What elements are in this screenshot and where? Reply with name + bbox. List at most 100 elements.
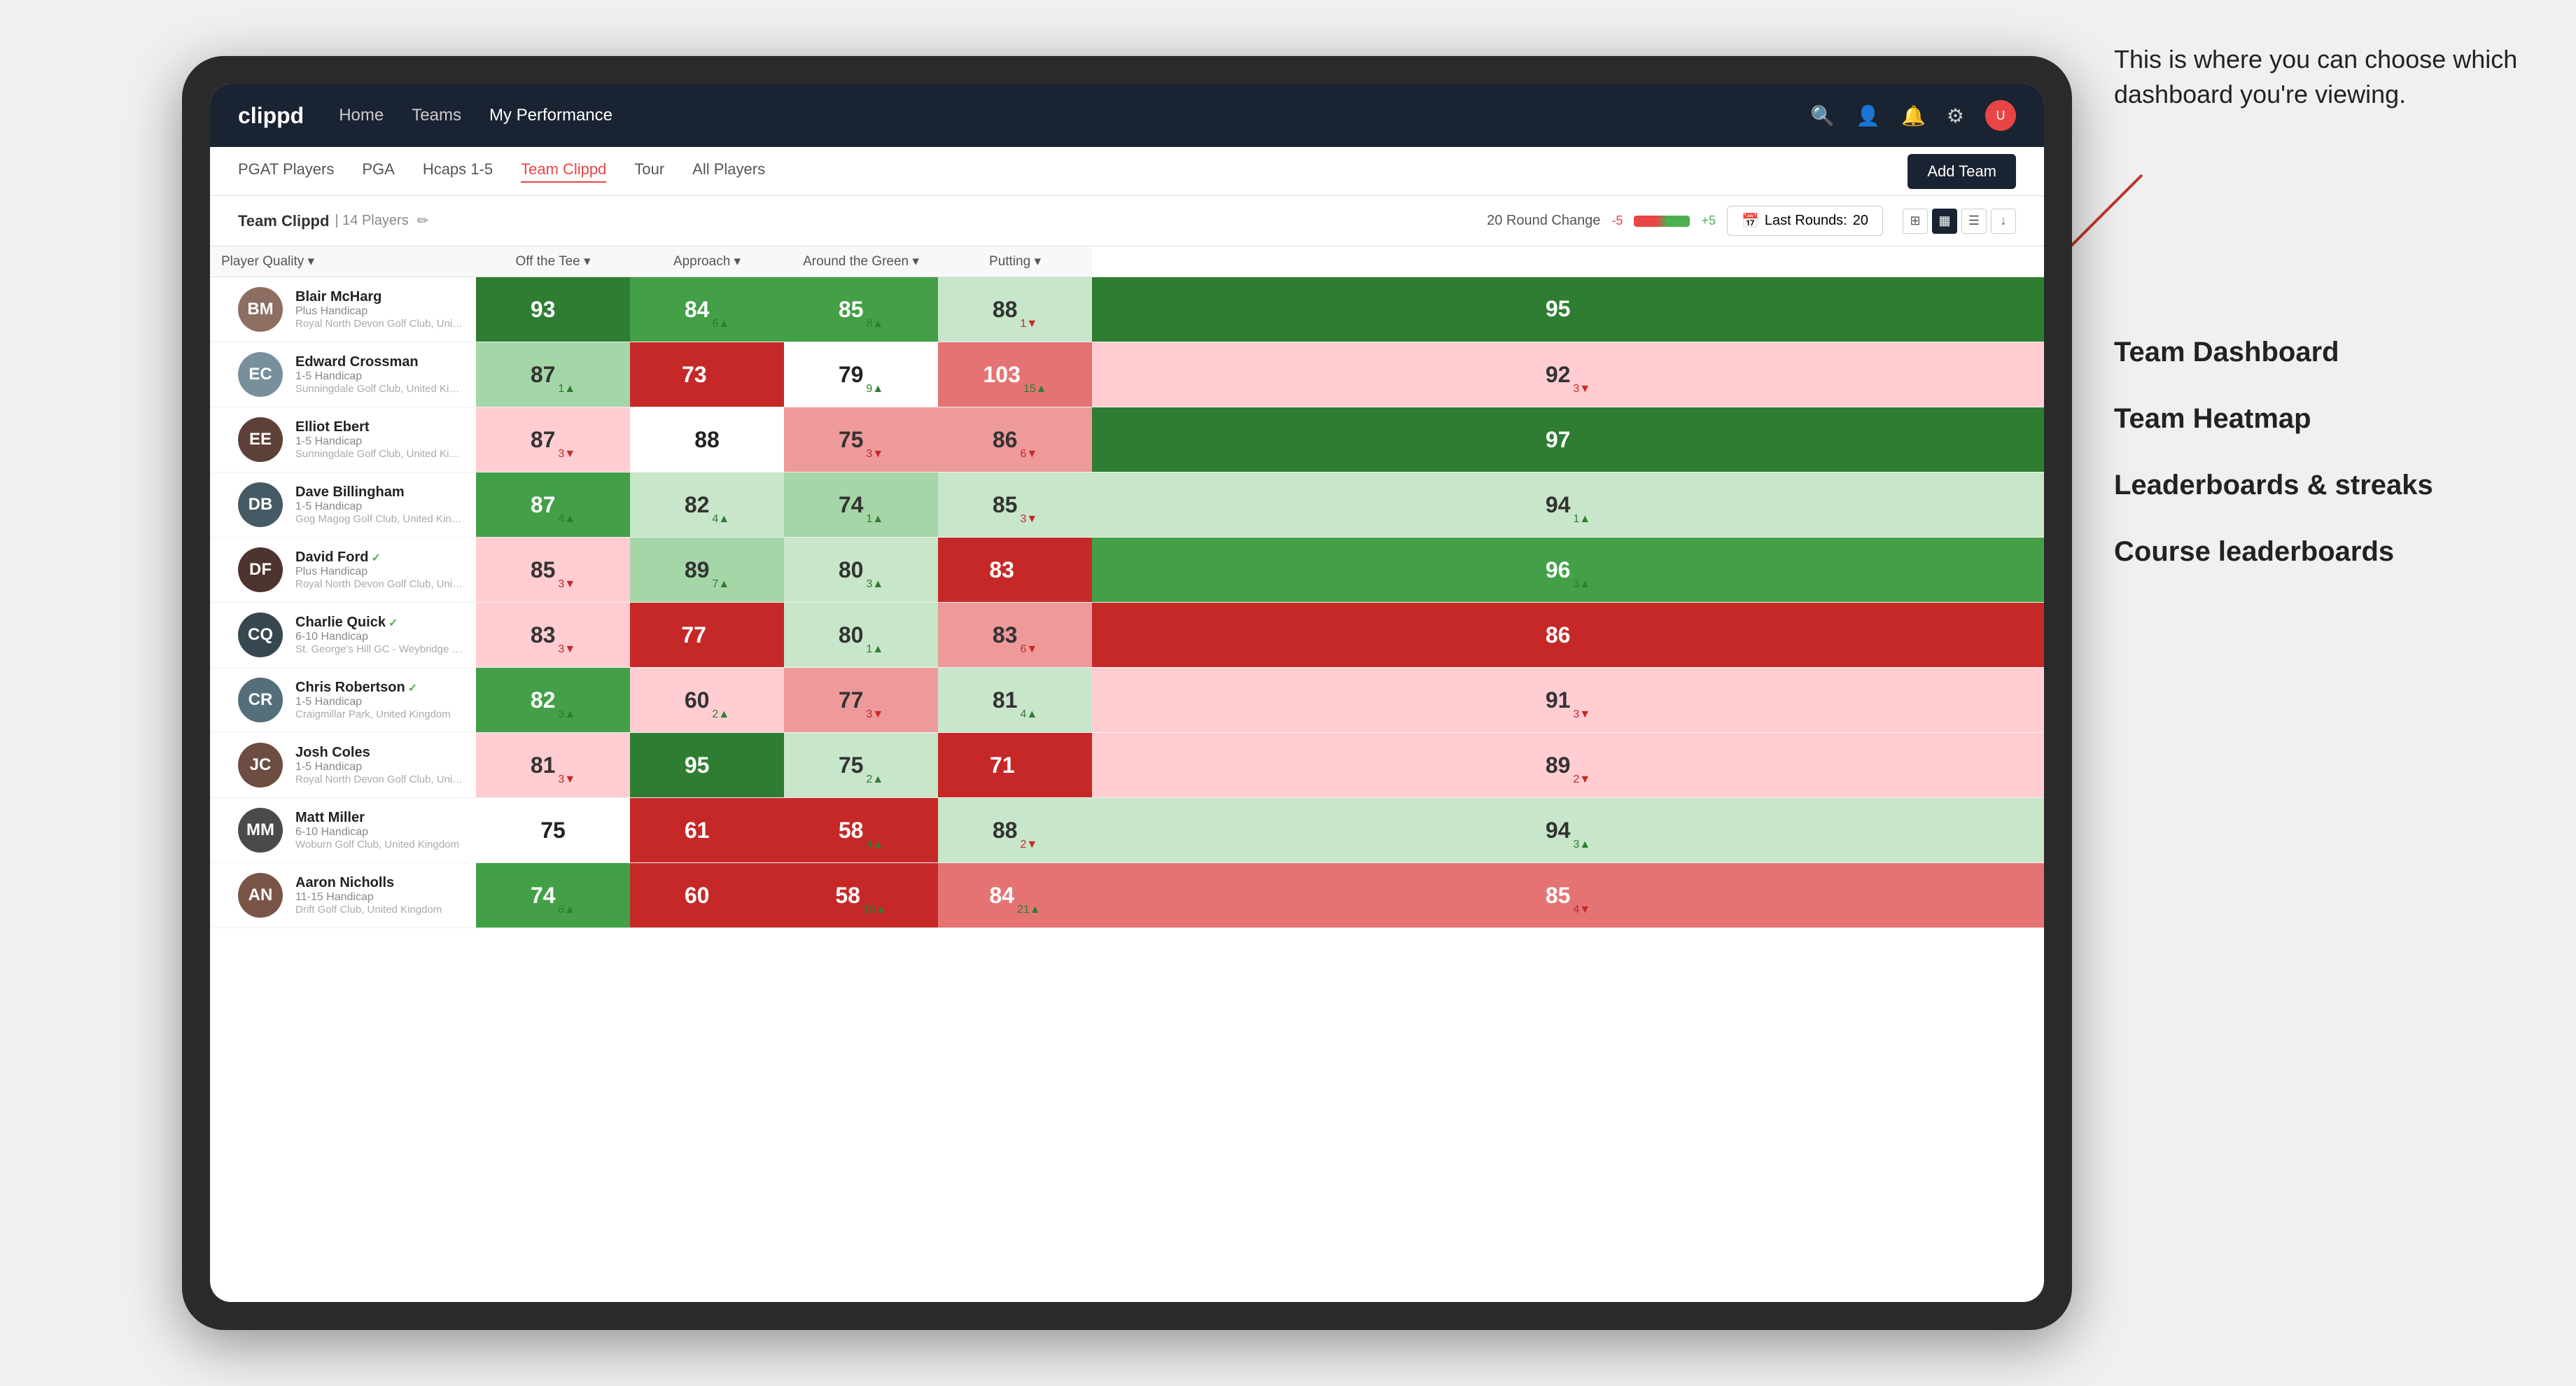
table-row: AN Aaron Nicholls 11-15 Handicap Drift G…	[210, 863, 2044, 928]
player-cell-6[interactable]: CR Chris Robertson✓ 1-5 Handicap Craigmi…	[210, 668, 476, 733]
score-value: 75	[839, 427, 864, 453]
player-cell-4[interactable]: DF David Ford✓ Plus Handicap Royal North…	[210, 538, 476, 603]
score-value: 96	[1546, 557, 1571, 583]
player-avatar: CR	[238, 678, 283, 722]
col-header-around-green[interactable]: Around the Green ▾	[784, 246, 938, 277]
player-cell-5[interactable]: CQ Charlie Quick✓ 6-10 Handicap St. Geor…	[210, 603, 476, 668]
score-cell-r5-c2: 80 1▲	[784, 603, 938, 668]
player-cell-7[interactable]: JC Josh Coles 1-5 Handicap Royal North D…	[210, 733, 476, 798]
score-change: 4▲	[1020, 708, 1037, 721]
nav-my-performance[interactable]: My Performance	[489, 102, 612, 129]
score-change: 7▲	[712, 578, 729, 591]
score-change: 3▼	[866, 448, 883, 461]
player-club: Royal North Devon Golf Club, United King…	[295, 318, 463, 330]
download-icon[interactable]: ↓	[1991, 209, 2016, 234]
score-change: 3▼	[712, 839, 729, 851]
last-rounds-button[interactable]: 📅 Last Rounds: 20	[1727, 206, 1883, 236]
score-value: 81	[531, 752, 556, 778]
nav-home[interactable]: Home	[339, 102, 384, 129]
player-cell-9[interactable]: AN Aaron Nicholls 11-15 Handicap Drift G…	[210, 863, 476, 928]
score-cell-r3-c3: 85 3▼	[938, 472, 1092, 538]
nav-teams[interactable]: Teams	[412, 102, 461, 129]
list-view-icon[interactable]: ☰	[1961, 209, 1987, 234]
search-icon[interactable]: 🔍	[1810, 104, 1835, 127]
team-count: | 14 Players	[335, 213, 408, 229]
player-cell-3[interactable]: DB Dave Billingham 1-5 Handicap Gog Mago…	[210, 472, 476, 538]
add-team-button[interactable]: Add Team	[1907, 154, 2016, 189]
sub-nav-pgat[interactable]: PGAT Players	[238, 160, 334, 183]
score-change: 3▼	[558, 578, 575, 591]
score-value: 94	[1546, 492, 1571, 518]
score-value: 84	[989, 883, 1014, 909]
score-cell-r6-c2: 77 3▼	[784, 668, 938, 733]
table-row: CQ Charlie Quick✓ 6-10 Handicap St. Geor…	[210, 603, 2044, 668]
score-cell-r0-c1: 84 6▲	[630, 277, 784, 342]
player-cell-2[interactable]: EE Elliot Ebert 1-5 Handicap Sunningdale…	[210, 407, 476, 472]
score-value: 91	[1546, 687, 1571, 713]
score-value: 86	[993, 427, 1018, 453]
player-cell-8[interactable]: MM Matt Miller 6-10 Handicap Woburn Golf…	[210, 798, 476, 863]
player-info: Edward Crossman 1-5 Handicap Sunningdale…	[295, 354, 463, 395]
score-value: 95	[1546, 296, 1571, 322]
score-value: 74	[531, 883, 556, 909]
sub-nav-team-clippd[interactable]: Team Clippd	[521, 160, 606, 183]
score-change: 1▲	[866, 513, 883, 526]
score-change: 3▼	[558, 448, 575, 461]
score-change: 9▲	[1573, 318, 1590, 330]
score-cell-r8-c0: 75	[476, 798, 630, 863]
profile-icon[interactable]: 👤	[1856, 104, 1880, 127]
tablet-device: clippd Home Teams My Performance 🔍 👤 🔔 ⚙…	[182, 56, 2072, 1330]
table-container[interactable]: Player Quality ▾ Off the Tee ▾ Approach …	[210, 246, 2044, 1302]
player-info: Matt Miller 6-10 Handicap Woburn Golf Cl…	[295, 810, 459, 850]
sub-nav-tour[interactable]: Tour	[634, 160, 664, 183]
player-name: Aaron Nicholls	[295, 875, 442, 891]
heatmap-view-icon[interactable]: ▦	[1932, 209, 1957, 234]
score-cell-r7-c4: 89 2▼	[1092, 733, 2044, 798]
score-cell-r9-c3: 84 21▲	[938, 863, 1092, 928]
dashboard-option-team-heatmap[interactable]: Team Heatmap	[2114, 403, 2534, 435]
score-cell-r3-c0: 87 4▲	[476, 472, 630, 538]
score-value: 83	[989, 557, 1014, 583]
score-value: 58	[839, 818, 864, 844]
round-change-label: 20 Round Change	[1487, 213, 1600, 229]
player-name: Edward Crossman	[295, 354, 463, 370]
team-name: Team Clippd	[238, 212, 329, 230]
settings-icon[interactable]: ⚙	[1947, 104, 1964, 127]
player-name: Josh Coles	[295, 745, 463, 761]
player-cell-0[interactable]: BM Blair McHarg Plus Handicap Royal Nort…	[210, 277, 476, 342]
player-handicap: 1-5 Handicap	[295, 370, 463, 383]
dashboard-option-leaderboards---streaks[interactable]: Leaderboards & streaks	[2114, 470, 2534, 501]
dashboard-option-course-leaderboards[interactable]: Course leaderboards	[2114, 536, 2534, 568]
sub-nav-hcaps[interactable]: Hcaps 1-5	[423, 160, 493, 183]
player-info: Aaron Nicholls 11-15 Handicap Drift Golf…	[295, 875, 442, 916]
score-cell-r2-c2: 75 3▼	[784, 407, 938, 472]
score-value: 87	[531, 492, 556, 518]
sub-nav-pga[interactable]: PGA	[362, 160, 394, 183]
edit-icon[interactable]: ✏	[417, 212, 429, 230]
data-table-area: Player Quality ▾ Off the Tee ▾ Approach …	[210, 246, 2044, 1302]
col-header-off-tee[interactable]: Off the Tee ▾	[476, 246, 630, 277]
score-value: 71	[990, 752, 1015, 778]
score-cell-r1-c1: 73 11▼	[630, 342, 784, 407]
sub-navigation: PGAT Players PGA Hcaps 1-5 Team Clippd T…	[210, 147, 2044, 196]
nav-icons: 🔍 👤 🔔 ⚙ U	[1810, 100, 2016, 131]
score-value: 77	[681, 622, 706, 648]
dashboard-option-team-dashboard[interactable]: Team Dashboard	[2114, 337, 2534, 368]
grid-view-icon[interactable]: ⊞	[1903, 209, 1928, 234]
score-change: 2▲	[712, 708, 729, 721]
score-change: 1▼	[712, 904, 729, 916]
score-cell-r3-c2: 74 1▲	[784, 472, 938, 538]
score-value: 87	[531, 427, 556, 453]
bell-icon[interactable]: 🔔	[1901, 104, 1926, 127]
user-avatar[interactable]: U	[1985, 100, 2016, 131]
col-header-approach[interactable]: Approach ▾	[630, 246, 784, 277]
verified-icon: ✓	[371, 552, 380, 564]
player-table: Player Quality ▾ Off the Tee ▾ Approach …	[210, 246, 2044, 928]
player-club: Drift Golf Club, United Kingdom	[295, 904, 442, 916]
verified-icon: ✓	[388, 617, 398, 629]
sub-nav-all-players[interactable]: All Players	[692, 160, 765, 183]
score-change: 8▲	[866, 318, 883, 330]
table-row: MM Matt Miller 6-10 Handicap Woburn Golf…	[210, 798, 2044, 863]
player-cell-1[interactable]: EC Edward Crossman 1-5 Handicap Sunningd…	[210, 342, 476, 407]
col-header-putting[interactable]: Putting ▾	[938, 246, 1092, 277]
